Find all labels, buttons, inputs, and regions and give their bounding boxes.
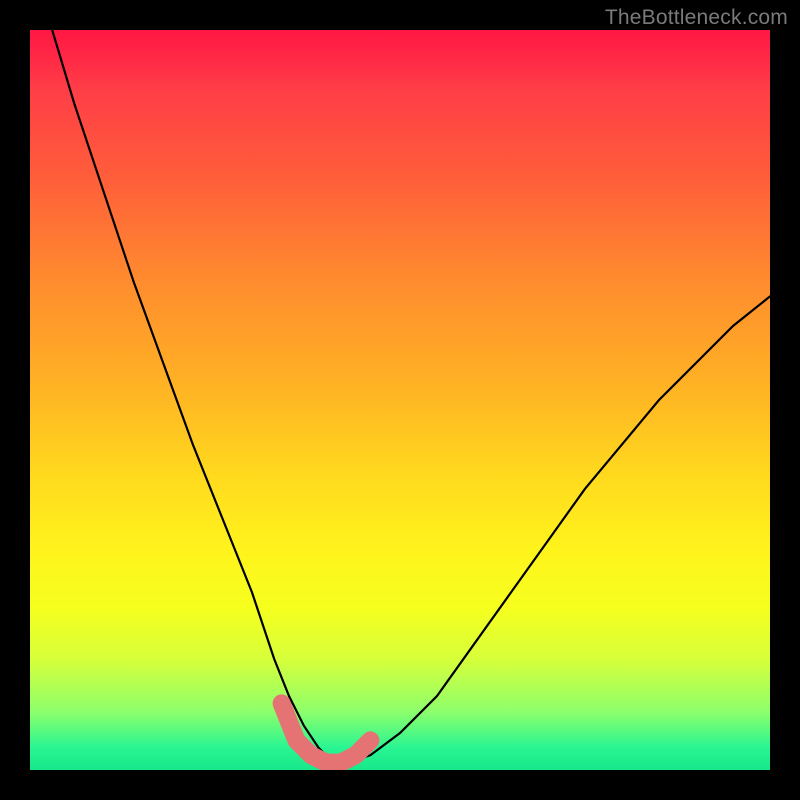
watermark-text: TheBottleneck.com <box>605 6 788 30</box>
plot-area <box>30 30 770 770</box>
highlight-minimum <box>282 703 371 762</box>
bottleneck-curve <box>52 30 770 763</box>
curve-layer <box>30 30 770 770</box>
chart-frame: TheBottleneck.com <box>0 0 800 800</box>
